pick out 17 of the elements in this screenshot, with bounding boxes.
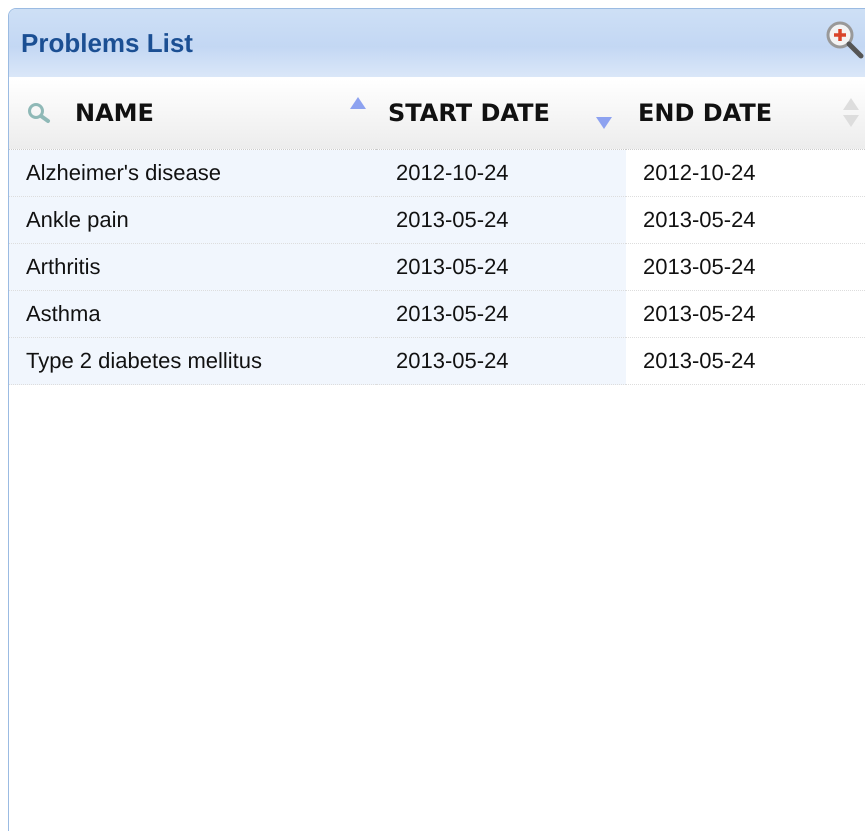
table-cell: 2013-05-24 [376,338,626,385]
table-cell: Arthritis [9,244,376,291]
table-cell: 2013-05-24 [626,338,865,385]
table-cell: 2013-05-24 [626,197,865,244]
panel-title: Problems List [21,28,193,58]
table-cell: 2013-05-24 [376,244,626,291]
table-cell: Ankle pain [9,197,376,244]
table-cell: 2012-10-24 [376,150,626,197]
table-cell: Type 2 diabetes mellitus [9,338,376,385]
table-cell: Asthma [9,291,376,338]
table-cell: 2013-05-24 [626,291,865,338]
table-cell: 2013-05-24 [376,197,626,244]
table-cell: 2013-05-24 [376,291,626,338]
table-cell: 2012-10-24 [626,150,865,197]
zoom-in-icon[interactable] [825,20,865,60]
table-cell: 2013-05-24 [626,244,865,291]
table-cell: Alzheimer's disease [9,150,376,197]
